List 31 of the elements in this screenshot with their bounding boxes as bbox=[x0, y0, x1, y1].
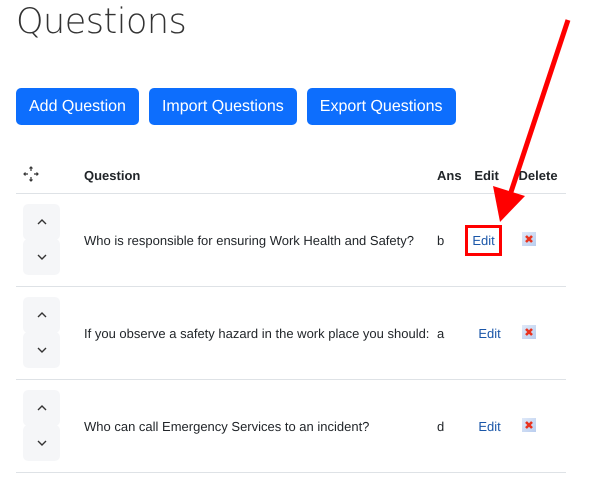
move-down-button[interactable] bbox=[23, 332, 60, 368]
move-icon bbox=[23, 166, 39, 182]
answer-cell: d bbox=[430, 380, 468, 472]
edit-link[interactable]: Edit bbox=[474, 414, 505, 438]
delete-icon[interactable] bbox=[522, 324, 536, 338]
question-cell: Who is responsible for ensuring Work Health and Safety? bbox=[77, 194, 430, 286]
answer-cell: b bbox=[430, 194, 468, 286]
chevron-up-icon bbox=[36, 405, 46, 411]
toolbar-button[interactable]: Import Questions bbox=[148, 88, 297, 125]
answer-cell: a bbox=[430, 286, 468, 380]
chevron-up-icon bbox=[36, 219, 46, 225]
edit-link[interactable]: Edit bbox=[474, 320, 505, 346]
column-header: Question bbox=[77, 158, 430, 194]
question-cell: Who can call Emergency Services to an incident? bbox=[77, 380, 430, 472]
chevron-down-icon bbox=[36, 254, 46, 260]
move-down-button[interactable] bbox=[23, 425, 60, 461]
chevron-down-icon bbox=[36, 347, 46, 353]
chevron-up-icon bbox=[36, 312, 46, 318]
toolbar-button[interactable]: Add Question bbox=[16, 88, 139, 125]
question-cell: If you observe a safety hazard in the work place you should: bbox=[77, 286, 430, 380]
delete-icon[interactable] bbox=[522, 232, 536, 246]
chevron-down-icon bbox=[36, 440, 46, 446]
move-up-button[interactable] bbox=[23, 390, 60, 426]
delete-icon[interactable] bbox=[522, 418, 536, 432]
move-up-button[interactable] bbox=[23, 204, 60, 240]
toolbar-button[interactable]: Export Questions bbox=[306, 88, 456, 125]
move-down-button[interactable] bbox=[23, 239, 60, 275]
page-title: Questions bbox=[16, 1, 188, 42]
edit-link[interactable]: Edit bbox=[468, 228, 499, 252]
move-up-button[interactable] bbox=[23, 297, 60, 333]
column-header: Ans bbox=[430, 158, 468, 194]
